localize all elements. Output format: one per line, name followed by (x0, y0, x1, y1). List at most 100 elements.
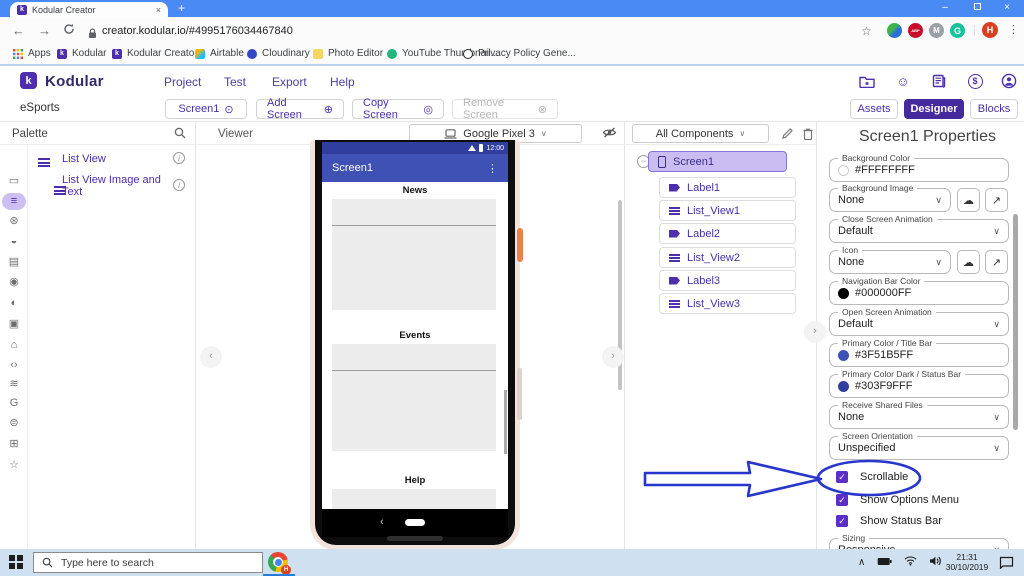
account-icon[interactable] (1000, 72, 1018, 90)
tree-item-list-view1[interactable]: List_View1 (659, 200, 796, 221)
window-minimize-button[interactable]: – (930, 0, 960, 16)
category-connectivity-icon[interactable]: ≋ (0, 376, 28, 393)
category-sensors-icon[interactable]: ◉ (0, 274, 28, 291)
label2-preview[interactable]: Events (322, 330, 508, 342)
back-icon[interactable]: ← (12, 23, 25, 39)
taskbar-clock[interactable]: 21:31 30/10/2019 (941, 552, 993, 572)
category-utilities-icon[interactable]: ⌂ (0, 337, 28, 354)
info-icon[interactable]: i (173, 179, 185, 191)
projects-folder-icon[interactable] (858, 72, 876, 90)
grammarly-extension-icon[interactable]: G (950, 23, 965, 38)
prop-primary-color-dark[interactable]: Primary Color Dark / Status Bar #303F9FF… (829, 374, 1009, 398)
designer-button[interactable]: Designer (904, 99, 964, 119)
category-code-icon[interactable]: ‹› (0, 357, 28, 374)
rename-pencil-icon[interactable] (781, 127, 794, 143)
window-maximize-button[interactable] (962, 0, 992, 16)
menu-project[interactable]: Project (164, 75, 201, 89)
prop-sizing[interactable]: Sizing Responsive ∨ (829, 538, 1009, 549)
category-animation-icon[interactable]: ⊛ (0, 213, 28, 230)
tray-battery-icon[interactable] (877, 557, 892, 569)
category-user-interface-icon[interactable]: ≡ (2, 193, 26, 210)
action-center-icon[interactable] (999, 556, 1014, 574)
bookmark-cloudinary[interactable]: Cloudinary (247, 48, 310, 59)
upload-cloud-icon[interactable]: ☁ (957, 250, 980, 274)
category-storage-icon[interactable]: ▭ (0, 173, 28, 190)
checkbox-checked-icon[interactable] (836, 515, 848, 527)
tree-item-list-view3[interactable]: List_View3 (659, 293, 796, 314)
screen-select-button[interactable]: Screen1⊙ (165, 99, 247, 119)
bookmark-apps[interactable]: Apps (13, 48, 51, 59)
idm-extension-icon[interactable] (887, 23, 902, 38)
profile-avatar[interactable]: H (982, 22, 998, 38)
adblock-extension-icon[interactable]: ABP (908, 23, 923, 38)
window-close-button[interactable]: × (992, 0, 1022, 16)
collapse-components-handle[interactable]: › (804, 321, 826, 343)
tree-item-list-view2[interactable]: List_View2 (659, 247, 796, 268)
monetization-icon[interactable]: $ (966, 72, 984, 90)
prop-close-screen-animation[interactable]: Close Screen Animation Default ∨ (829, 219, 1009, 243)
category-maps-icon[interactable]: ▤ (0, 254, 28, 271)
category-copy-icon[interactable]: ▣ (0, 316, 28, 333)
bookmark-airtable[interactable]: Airtable (195, 48, 244, 59)
prop-background-color[interactable]: Background Color #FFFFFFFF (829, 158, 1009, 182)
tree-item-label2[interactable]: Label2 (659, 223, 796, 244)
bookmark-kodular[interactable]: k Kodular (57, 48, 106, 59)
taskbar-search[interactable]: Type here to search (33, 552, 263, 573)
options-menu-icon[interactable]: ⋮ (487, 162, 498, 175)
menu-export[interactable]: Export (272, 75, 307, 89)
phone-screen[interactable]: 12:00 Screen1 ⋮ News Events Help (322, 142, 508, 537)
prop-show-options-menu[interactable]: Show Options Menu (836, 494, 959, 506)
browser-tab[interactable]: k Kodular Creator × (10, 2, 168, 17)
tray-wifi-icon[interactable] (904, 556, 917, 569)
community-icon[interactable]: ☺ (894, 72, 912, 90)
copy-screen-button[interactable]: Copy Screen◎ (352, 99, 444, 119)
news-icon[interactable] (930, 72, 948, 90)
category-palette-icon[interactable]: ◒ (0, 233, 28, 250)
phone-scrollbar[interactable] (504, 390, 507, 454)
prop-show-status-bar[interactable]: Show Status Bar (836, 515, 942, 527)
browser-menu-icon[interactable]: ⋮ (1008, 23, 1019, 36)
upload-cloud-icon[interactable]: ☁ (957, 188, 980, 212)
prop-screen-orientation[interactable]: Screen Orientation Unspecified ∨ (829, 436, 1009, 460)
remove-screen-button[interactable]: Remove Screen⊗ (452, 99, 558, 119)
delete-trash-icon[interactable] (802, 127, 814, 143)
prop-icon[interactable]: Icon None ∨ (829, 250, 951, 274)
category-google-icon[interactable]: G (0, 395, 28, 412)
bookmark-photo-editor[interactable]: Photo Editor (313, 48, 383, 59)
components-filter-select[interactable]: All Components∨ (632, 124, 769, 143)
android-back-icon[interactable]: ‹ (380, 516, 384, 528)
label1-preview[interactable]: News (322, 185, 508, 197)
open-external-icon[interactable]: ↗ (985, 250, 1008, 274)
menu-test[interactable]: Test (224, 75, 246, 89)
tree-item-label1[interactable]: Label1 (659, 177, 796, 198)
kodular-logo[interactable]: k (20, 72, 37, 89)
forward-icon[interactable]: → (38, 23, 51, 39)
url-text[interactable]: creator.kodular.io/#4995176034467840 (102, 25, 293, 37)
prop-background-image[interactable]: Background Image None ∨ (829, 188, 951, 212)
category-media-icon[interactable]: ◐ (0, 295, 28, 312)
bookmark-kodular-creator[interactable]: k Kodular Creator (112, 48, 198, 59)
palette-item-list-view[interactable]: List View (62, 153, 106, 165)
prop-receive-shared-files[interactable]: Receive Shared Files None ∨ (829, 405, 1009, 429)
category-monetization-icon[interactable]: ⊜ (0, 415, 28, 432)
collapse-viewer-handle[interactable]: › (602, 346, 624, 368)
category-extensions-icon[interactable]: ⊞ (0, 436, 28, 453)
label3-preview[interactable]: Help (322, 475, 508, 487)
tray-expand-icon[interactable]: ∧ (858, 557, 865, 568)
add-screen-button[interactable]: Add Screen⊕ (256, 99, 344, 119)
mega-extension-icon[interactable]: M (929, 23, 944, 38)
close-tab-icon[interactable]: × (156, 5, 161, 15)
palette-item-list-view-image-text[interactable]: List View Image and Text (62, 174, 170, 198)
list-view2-preview[interactable] (332, 344, 496, 451)
list-view1-preview[interactable] (332, 199, 496, 310)
android-home-icon[interactable] (405, 519, 425, 526)
collapse-palette-handle[interactable]: ‹ (200, 346, 222, 368)
checkbox-checked-icon[interactable] (836, 471, 848, 483)
prop-scrollable[interactable]: Scrollable (836, 471, 908, 483)
bookmark-star-icon[interactable]: ☆ (861, 24, 872, 38)
eye-off-icon[interactable] (602, 126, 617, 142)
blocks-button[interactable]: Blocks (970, 99, 1018, 119)
tree-item-label3[interactable]: Label3 (659, 270, 796, 291)
assets-button[interactable]: Assets (850, 99, 898, 119)
prop-open-screen-animation[interactable]: Open Screen Animation Default ∨ (829, 312, 1009, 336)
